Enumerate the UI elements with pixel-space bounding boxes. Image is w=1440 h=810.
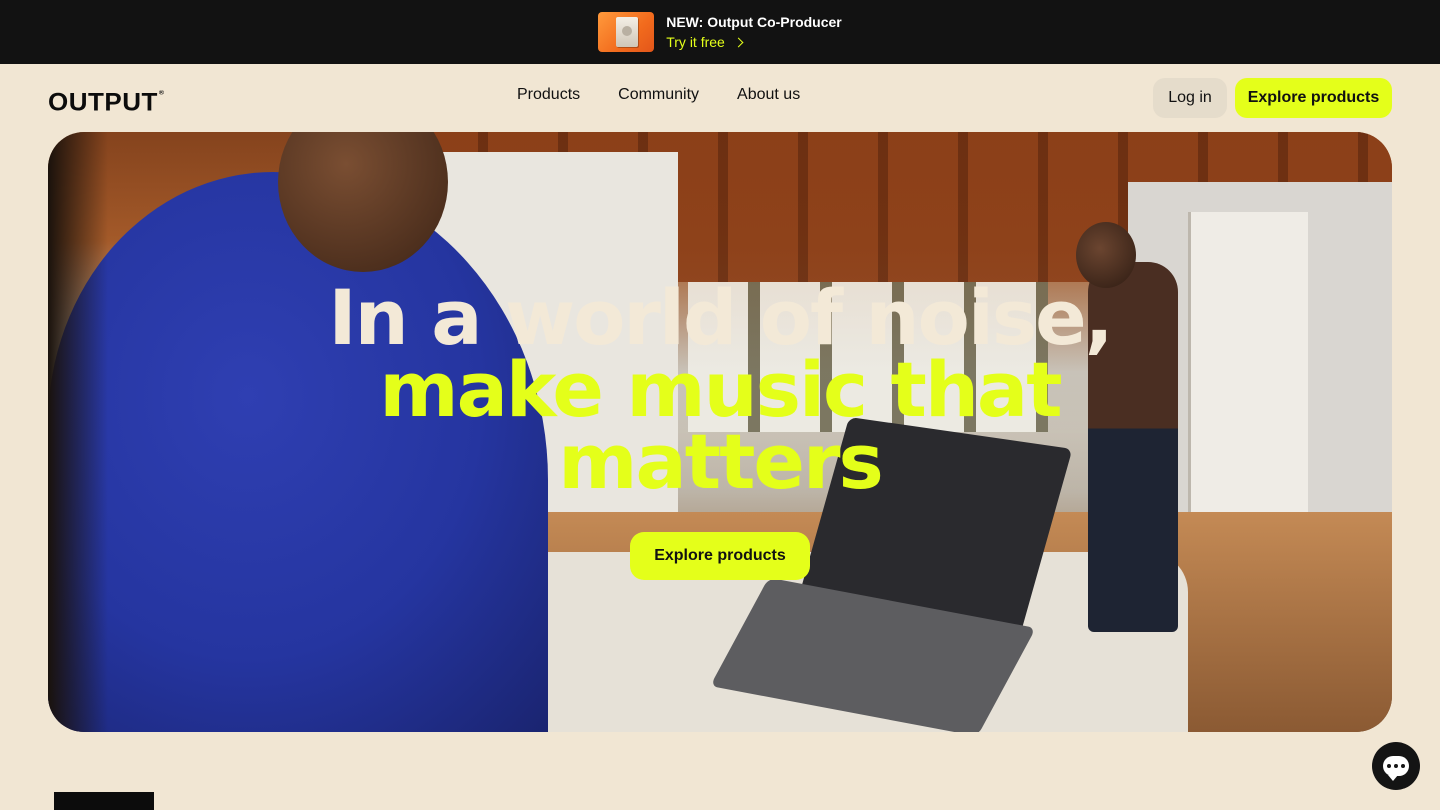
try-it-free-label: Try it free [666,34,725,50]
announcement-text: NEW: Output Co-Producer Try it free [666,12,842,52]
login-button[interactable]: Log in [1153,78,1227,118]
section-preview-block [54,792,154,810]
headline-line-2: make music that [379,345,1062,434]
headline-line-1: In a world of noise, [328,273,1113,362]
explore-products-nav-button[interactable]: Explore products [1235,78,1392,118]
nav-link-about-us[interactable]: About us [737,86,800,104]
hero-headline: In a world of noise, make music that mat… [48,273,1392,506]
announcement-bar: NEW: Output Co-Producer Try it free [0,0,1440,64]
registered-mark: ® [158,89,165,97]
output-logo[interactable]: OUTPUT® [48,88,165,117]
hero-section: In a world of noise, make music that mat… [48,132,1392,732]
announcement-title: NEW: Output Co-Producer [666,14,842,30]
chat-bubble-icon [1383,756,1409,781]
nav-links: Products Community About us [517,86,800,104]
main-nav: OUTPUT® Products Community About us Log … [0,64,1440,132]
nav-link-products[interactable]: Products [517,86,580,104]
co-producer-product-icon [598,12,655,52]
announcement-link[interactable]: NEW: Output Co-Producer Try it free [598,12,842,52]
nav-link-community[interactable]: Community [618,86,699,104]
try-it-free-link[interactable]: Try it free [666,32,842,52]
headline-line-3: matters [558,417,883,506]
chat-launcher-button[interactable] [1372,742,1420,790]
explore-products-hero-button[interactable]: Explore products [630,532,810,580]
chevron-right-icon [733,37,744,47]
logo-wordmark: OUTPUT [48,87,158,117]
